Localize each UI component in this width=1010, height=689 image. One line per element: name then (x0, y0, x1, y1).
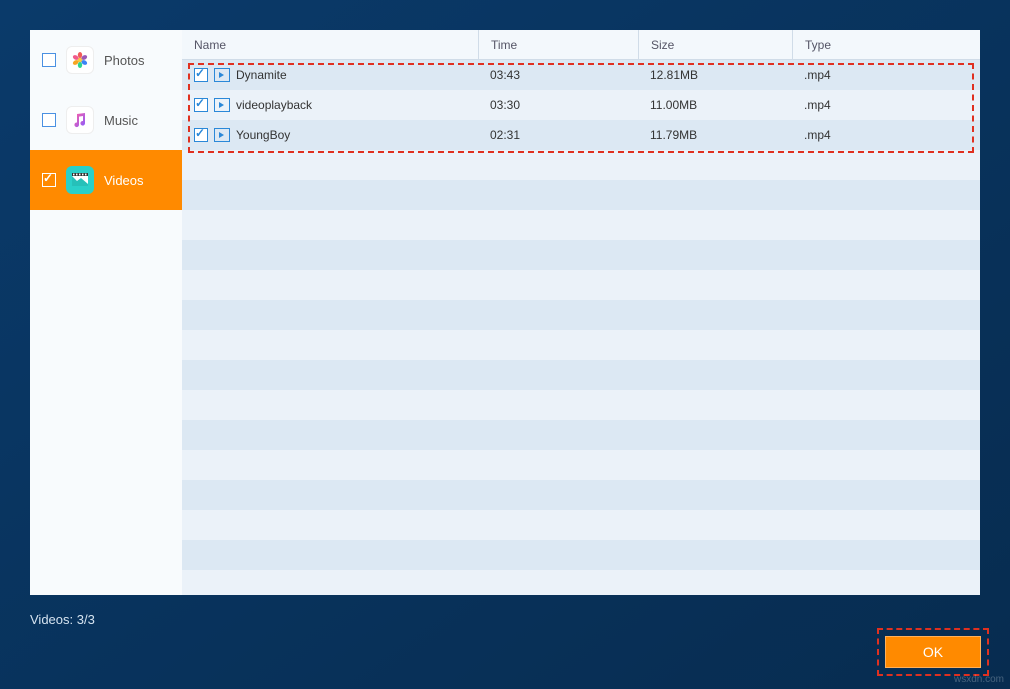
main-panel: Photos Music (30, 30, 980, 595)
file-size: 11.79MB (638, 128, 792, 142)
empty-row (182, 210, 980, 240)
file-time: 03:30 (478, 98, 638, 112)
empty-row (182, 270, 980, 300)
ok-button[interactable]: OK (885, 636, 981, 668)
file-time: 03:43 (478, 68, 638, 82)
table-row[interactable]: Dynamite 03:43 12.81MB .mp4 (182, 60, 980, 90)
photos-icon (66, 46, 94, 74)
videos-icon (66, 166, 94, 194)
empty-row (182, 480, 980, 510)
empty-row (182, 450, 980, 480)
sidebar-item-videos[interactable]: Videos (30, 150, 182, 210)
file-name: Dynamite (236, 68, 287, 82)
column-type[interactable]: Type (792, 30, 980, 59)
sidebar-item-label: Photos (104, 53, 144, 68)
table-row[interactable]: videoplayback 03:30 11.00MB .mp4 (182, 90, 980, 120)
sidebar: Photos Music (30, 30, 182, 595)
empty-row (182, 510, 980, 540)
video-file-icon (214, 128, 230, 142)
sidebar-item-music[interactable]: Music (30, 90, 182, 150)
file-name: videoplayback (236, 98, 312, 112)
checkbox-icon[interactable] (42, 173, 56, 187)
column-size[interactable]: Size (638, 30, 792, 59)
empty-row (182, 180, 980, 210)
row-checkbox-icon[interactable] (194, 68, 208, 82)
row-checkbox-icon[interactable] (194, 128, 208, 142)
sidebar-item-label: Music (104, 113, 138, 128)
empty-row (182, 300, 980, 330)
checkbox-icon[interactable] (42, 53, 56, 67)
file-type: .mp4 (792, 98, 980, 112)
table-row[interactable]: YoungBoy 02:31 11.79MB .mp4 (182, 120, 980, 150)
empty-row (182, 570, 980, 595)
table-header: Name Time Size Type (182, 30, 980, 60)
file-size: 11.00MB (638, 98, 792, 112)
sidebar-item-label: Videos (104, 173, 144, 188)
file-time: 02:31 (478, 128, 638, 142)
empty-row (182, 540, 980, 570)
file-name: YoungBoy (236, 128, 290, 142)
file-size: 12.81MB (638, 68, 792, 82)
watermark: wsxdn.com (954, 674, 1004, 685)
row-checkbox-icon[interactable] (194, 98, 208, 112)
empty-row (182, 360, 980, 390)
file-type: .mp4 (792, 128, 980, 142)
column-name[interactable]: Name (182, 30, 478, 59)
empty-row (182, 390, 980, 420)
file-table: Name Time Size Type Dynamite 03:43 12.81… (182, 30, 980, 595)
empty-row (182, 150, 980, 180)
checkbox-icon[interactable] (42, 113, 56, 127)
music-icon (66, 106, 94, 134)
table-body: Dynamite 03:43 12.81MB .mp4 videoplaybac… (182, 60, 980, 595)
empty-row (182, 330, 980, 360)
video-file-icon (214, 68, 230, 82)
video-file-icon (214, 98, 230, 112)
column-time[interactable]: Time (478, 30, 638, 59)
file-type: .mp4 (792, 68, 980, 82)
sidebar-item-photos[interactable]: Photos (30, 30, 182, 90)
empty-row (182, 240, 980, 270)
empty-row (182, 420, 980, 450)
status-text: Videos: 3/3 (30, 612, 95, 627)
